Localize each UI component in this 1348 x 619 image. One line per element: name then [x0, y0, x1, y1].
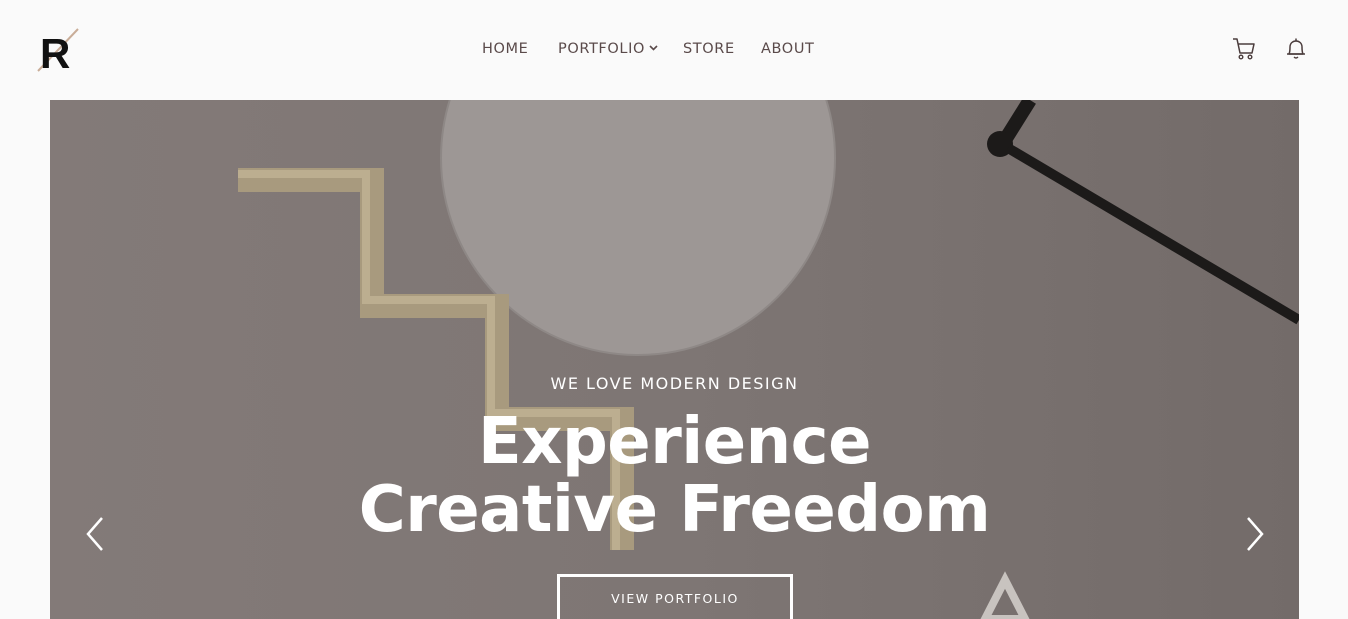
nav-store[interactable]: STORE: [683, 38, 735, 60]
view-portfolio-button[interactable]: VIEW PORTFOLIO: [557, 574, 793, 619]
site-header: R HOME PORTFOLIO STORE ABOUT: [0, 0, 1348, 100]
nav-portfolio[interactable]: PORTFOLIO: [558, 38, 658, 60]
main-nav: HOME PORTFOLIO STORE ABOUT: [0, 38, 1348, 60]
chevron-down-icon: [649, 45, 658, 51]
nav-about[interactable]: ABOUT: [761, 38, 815, 60]
bell-icon[interactable]: [1283, 36, 1309, 62]
cart-icon[interactable]: [1231, 36, 1257, 62]
hero-subtitle: WE LOVE MODERN DESIGN: [550, 374, 799, 393]
hero-title: Experience Creative Freedom: [50, 408, 1299, 544]
hero-title-line-2: Creative Freedom: [358, 473, 991, 547]
hero-slider: WE LOVE MODERN DESIGN Experience Creativ…: [50, 100, 1299, 619]
nav-home[interactable]: HOME: [482, 38, 528, 60]
hero-title-line-1: Experience: [477, 405, 872, 479]
nav-portfolio-label: PORTFOLIO: [558, 41, 645, 57]
